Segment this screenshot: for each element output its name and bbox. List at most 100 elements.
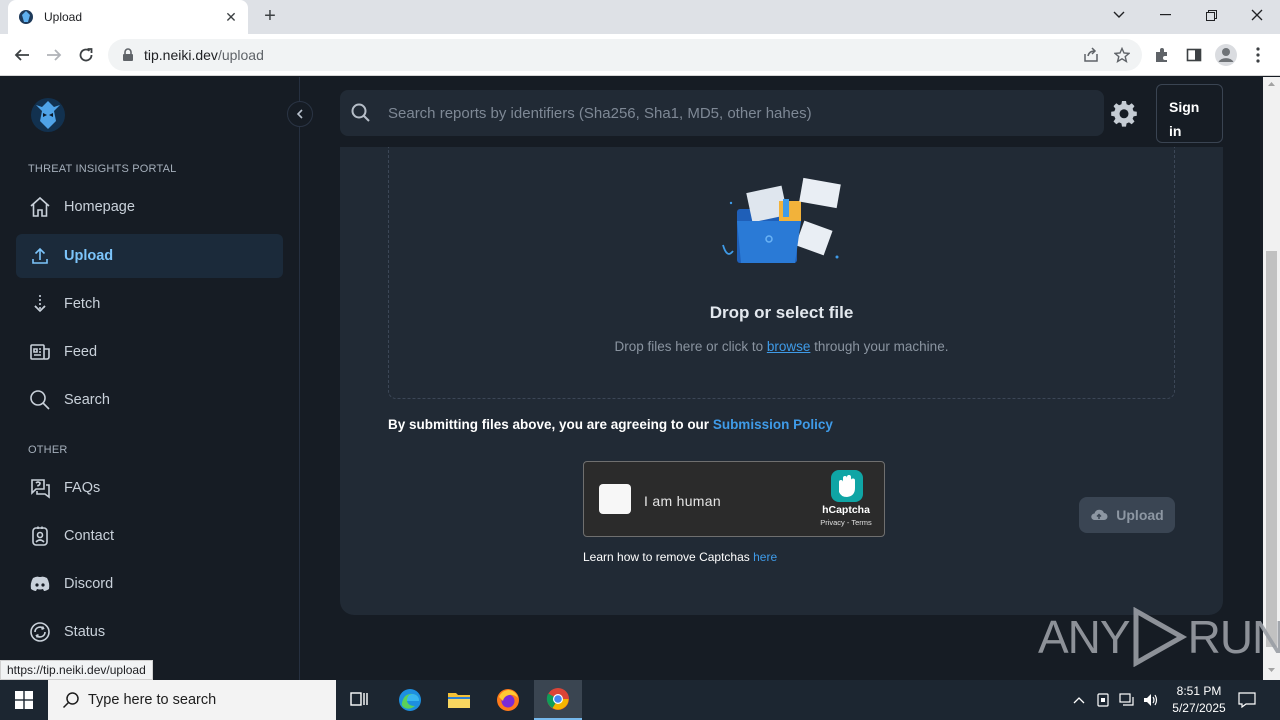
side-panel-icon[interactable] [1181,42,1207,68]
dropzone-subtitle: Drop files here or click to browse throu… [389,339,1174,354]
hcaptcha-widget: I am human hCaptcha Privacy - Terms [583,461,885,537]
forward-icon[interactable] [41,42,67,68]
profile-avatar[interactable] [1213,42,1239,68]
watermark-text-right: RUN [1187,611,1280,663]
hcaptcha-logo-icon [831,470,863,502]
sidebar-item-label: FAQs [64,480,101,496]
captcha-checkbox[interactable] [599,484,631,514]
browser-titlebar: Upload ✕ + [0,0,1280,34]
network-icon[interactable] [1116,680,1138,720]
cloud-upload-icon [1091,509,1108,520]
taskbar-search-input[interactable]: Type here to search [48,680,336,720]
submission-policy-link[interactable]: Submission Policy [713,417,833,432]
device-tray-icon[interactable] [1093,680,1113,720]
notifications-icon[interactable] [1234,680,1260,720]
watermark-text-left: ANY [1038,611,1131,663]
search-icon [28,388,52,412]
sidebar-item-faqs[interactable]: FAQs [16,466,283,510]
upload-card: Drop or select file Drop files here or c… [340,147,1223,615]
menu-kebab-icon[interactable] [1245,42,1271,68]
section-label-main: THREAT INSIGHTS PORTAL [28,163,177,175]
task-view-icon[interactable] [336,680,384,720]
captcha-here-link[interactable]: here [753,550,777,564]
taskbar-clock[interactable]: 8:51 PM 5/27/2025 [1160,683,1238,717]
clock-time: 8:51 PM [1176,684,1222,698]
dropzone-subtitle-text-end: through your machine. [810,339,949,354]
url-path: /upload [217,47,264,63]
scroll-up-icon[interactable] [1263,77,1280,91]
hcaptcha-brand: hCaptcha [822,504,870,516]
extensions-icon[interactable] [1149,42,1175,68]
sidebar-item-discord[interactable]: Discord [16,562,283,606]
sidebar-item-feed[interactable]: Feed [16,330,283,374]
sidebar-item-contact[interactable]: Contact [16,514,283,558]
chevron-left-icon [296,109,303,119]
contact-icon [28,524,52,548]
windows-start-icon[interactable] [0,680,48,720]
firefox-icon[interactable] [484,680,532,720]
tab-close-icon[interactable]: ✕ [222,8,240,26]
sidebar-item-label: Discord [64,576,114,592]
sidebar-collapse-button[interactable] [287,101,313,127]
folder-illustration-icon [722,177,841,263]
sign-in-button[interactable]: Sign in [1156,84,1223,143]
status-icon [28,620,52,644]
browse-link[interactable]: browse [767,339,811,354]
tab-title: Upload [44,10,83,24]
volume-icon[interactable] [1140,680,1162,720]
dropzone-subtitle-text: Drop files here or click to [614,339,767,354]
sidebar-item-label: Homepage [64,199,135,215]
captcha-label: I am human [644,493,721,509]
browser-tab[interactable]: Upload ✕ [8,0,248,34]
bookmark-star-icon[interactable] [1109,42,1135,68]
site-logo-icon[interactable] [28,95,68,135]
sidebar-item-label: Search [64,392,110,408]
windows-taskbar: Type here to search 8:51 PM 5/27/2025 [0,680,1280,720]
faq-icon [28,476,52,500]
sidebar-item-homepage[interactable]: Homepage [16,185,283,229]
file-dropzone[interactable]: Drop or select file Drop files here or c… [388,147,1175,399]
scrollbar-thumb[interactable] [1266,251,1277,647]
share-icon[interactable] [1078,42,1104,68]
sidebar-item-fetch[interactable]: Fetch [16,282,283,326]
sidebar-item-label: Contact [64,528,114,544]
address-bar[interactable]: tip.neiki.dev/upload [108,39,1142,71]
section-label-other: OTHER [28,444,68,456]
sidebar-item-upload[interactable]: Upload [16,234,283,278]
edge-browser-icon[interactable] [386,680,434,720]
captcha-learn-more: Learn how to remove Captchas here [583,550,777,564]
back-icon[interactable] [9,42,35,68]
settings-gear-icon[interactable] [1110,99,1138,127]
sidebar-item-label: Fetch [64,296,101,312]
reload-icon[interactable] [73,42,99,68]
home-icon [28,195,52,219]
chrome-icon[interactable] [534,680,582,720]
fetch-icon [28,292,52,316]
taskbar-search-placeholder: Type here to search [88,692,217,708]
sidebar-item-status[interactable]: Status [16,610,283,654]
sidebar-item-search[interactable]: Search [16,378,283,422]
minimize-button[interactable] [1142,0,1188,30]
anyrun-watermark: ANY RUN [1038,607,1280,667]
upload-button[interactable]: Upload [1079,497,1175,533]
site-favicon-icon [19,10,33,24]
restore-button[interactable] [1188,0,1234,30]
new-tab-button[interactable]: + [258,6,282,28]
file-explorer-icon[interactable] [435,680,483,720]
upload-icon [28,244,52,268]
sidebar-item-label: Upload [64,248,114,264]
tray-chevron-up-icon[interactable] [1068,680,1090,720]
policy-notice: By submitting files above, you are agree… [388,417,833,432]
lock-icon [123,48,133,61]
url-host: tip.neiki.dev [144,47,218,63]
hcaptcha-terms-link[interactable]: Privacy - Terms [814,518,878,527]
report-search-input[interactable]: Search reports by identifiers (Sha256, S… [340,90,1104,136]
sidebar-item-label: Status [64,624,106,640]
search-icon [351,103,370,122]
captcha-learn-text: Learn how to remove Captchas [583,550,754,564]
browser-toolbar: tip.neiki.dev/upload [0,34,1280,76]
tab-search-icon[interactable] [1096,0,1142,30]
close-window-button[interactable] [1234,0,1280,30]
link-hover-status: https://tip.neiki.dev/upload [0,660,153,680]
page-scrollbar[interactable] [1263,77,1280,680]
